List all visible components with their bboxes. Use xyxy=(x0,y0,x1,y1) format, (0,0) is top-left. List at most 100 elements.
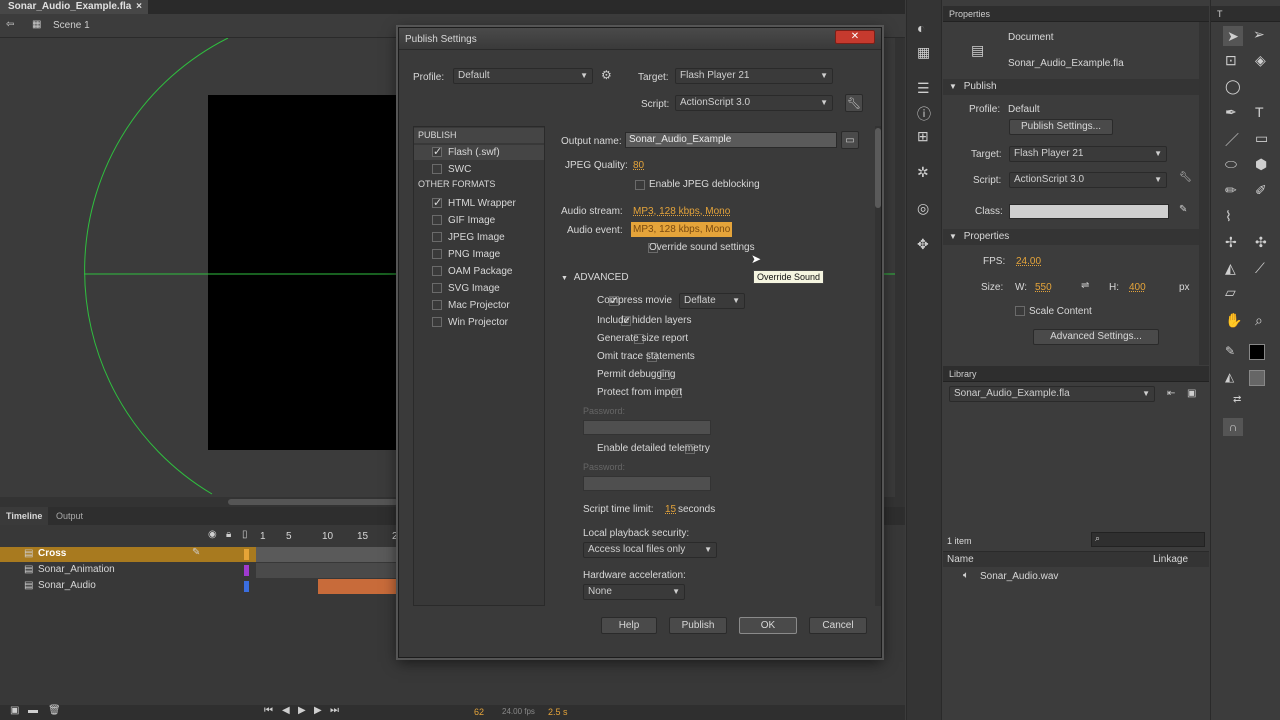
stroke-color-icon[interactable]: ✎ xyxy=(1225,344,1235,358)
format-item-html[interactable]: HTML Wrapper xyxy=(414,196,544,211)
tab-output[interactable]: Output xyxy=(56,507,83,525)
pen-tool-icon[interactable]: ✒ xyxy=(1225,104,1237,121)
frame-rate[interactable]: 24.00 fps xyxy=(502,707,535,716)
fill-color-swatch[interactable] xyxy=(1249,370,1265,386)
jpeg-quality-value[interactable]: 80 xyxy=(633,160,644,171)
motion-presets-icon[interactable]: ✥ xyxy=(917,236,929,253)
checkbox[interactable] xyxy=(432,196,442,211)
lasso-icon[interactable]: ◯ xyxy=(1225,78,1241,95)
library-item[interactable]: 🔈︎ Sonar_Audio.wav xyxy=(943,570,1209,585)
scale-content-checkbox[interactable] xyxy=(1015,306,1025,317)
checkbox[interactable] xyxy=(432,145,442,160)
scene-label[interactable]: Scene 1 xyxy=(53,20,90,31)
jpeg-deblock-checkbox[interactable] xyxy=(635,180,645,191)
ok-button[interactable]: OK xyxy=(739,617,797,634)
swap-colors-icon[interactable]: ⇄ xyxy=(1233,394,1241,405)
format-item-png[interactable]: PNG Image xyxy=(414,247,544,262)
layer-name[interactable]: Sonar_Audio xyxy=(38,580,96,591)
eraser-tool-icon[interactable]: ▱ xyxy=(1225,284,1236,301)
script-select[interactable]: ActionScript 3.0 ▼ xyxy=(675,95,833,111)
free-transform-icon[interactable]: ⊡ xyxy=(1225,52,1237,69)
compress-select[interactable]: Deflate ▼ xyxy=(679,293,745,309)
first-frame-icon[interactable]: ⏮ xyxy=(264,705,273,716)
target-select[interactable]: Flash Player 21 ▼ xyxy=(1009,146,1167,162)
components-icon[interactable]: ✲ xyxy=(917,164,929,181)
step-forward-icon[interactable]: ▶ xyxy=(314,705,322,716)
step-back-icon[interactable]: ◀ xyxy=(282,705,290,716)
format-item-gif[interactable]: GIF Image xyxy=(414,213,544,228)
oval-tool-icon[interactable]: ⬭ xyxy=(1225,156,1237,173)
align-icon[interactable]: ☰ xyxy=(917,80,930,97)
elapsed-time[interactable]: 2.5 s xyxy=(548,707,568,717)
target-select[interactable]: Flash Player 21 ▼ xyxy=(675,68,833,84)
new-library-icon[interactable]: ▣ xyxy=(1187,388,1196,399)
dialog-titlebar[interactable]: Publish Settings ✕ xyxy=(399,28,881,50)
advanced-settings-button[interactable]: Advanced Settings... xyxy=(1033,329,1159,345)
pin-icon[interactable]: ⇤ xyxy=(1167,388,1175,399)
help-button[interactable]: Help xyxy=(601,617,657,634)
hw-accel-select[interactable]: None ▼ xyxy=(583,584,685,600)
transform-icon[interactable]: ⊞ xyxy=(917,128,929,145)
format-item-mac[interactable]: Mac Projector xyxy=(414,298,544,313)
audio-waveform[interactable] xyxy=(318,579,400,594)
3d-rotation-icon[interactable]: ◈ xyxy=(1255,52,1266,69)
polystar-tool-icon[interactable]: ⬢ xyxy=(1255,156,1267,173)
checkbox[interactable] xyxy=(432,232,442,242)
rectangle-tool-icon[interactable]: ▭ xyxy=(1255,130,1268,147)
advanced-toggle[interactable]: ▼ ADVANCED xyxy=(561,272,629,283)
library-file-select[interactable]: Sonar_Audio_Example.fla ▼ xyxy=(949,386,1155,402)
cc-libraries-icon[interactable]: ◎ xyxy=(917,200,929,217)
layer-name[interactable]: Cross xyxy=(38,548,66,559)
checkbox[interactable] xyxy=(432,266,442,276)
publish-section-header[interactable]: ▼ Publish xyxy=(943,79,1199,95)
bone-tool-icon[interactable]: ✢ xyxy=(1225,234,1237,251)
publish-button[interactable]: Publish xyxy=(669,617,727,634)
text-tool-icon[interactable]: T xyxy=(1255,104,1264,120)
layer-name[interactable]: Sonar_Animation xyxy=(38,564,115,575)
column-linkage[interactable]: Linkage xyxy=(1153,554,1188,565)
folder-icon[interactable]: ▬ xyxy=(28,705,38,716)
script-select[interactable]: ActionScript 3.0 ▼ xyxy=(1009,172,1167,188)
brush-tool-icon[interactable]: ✐ xyxy=(1255,182,1267,199)
format-item-jpeg[interactable]: JPEG Image xyxy=(414,230,544,245)
paint-bucket-icon[interactable]: ◭ xyxy=(1225,260,1236,277)
frame-strip[interactable] xyxy=(256,547,400,562)
bind-tool-icon[interactable]: ✣ xyxy=(1255,234,1267,251)
checkbox[interactable] xyxy=(432,249,442,259)
frame-strip[interactable] xyxy=(256,563,400,578)
fps-value[interactable]: 24.00 xyxy=(1016,256,1041,267)
selection-tool-icon[interactable]: ➤ xyxy=(1223,26,1243,46)
tab-timeline[interactable]: Timeline xyxy=(0,507,49,525)
new-layer-icon[interactable]: ▣ xyxy=(10,705,19,716)
paint-brush-icon[interactable]: ⌇ xyxy=(1225,208,1232,225)
password2-input[interactable] xyxy=(583,476,711,491)
hand-tool-icon[interactable]: ✋ xyxy=(1225,312,1242,329)
layer-color-swatch[interactable] xyxy=(244,549,249,560)
format-item-oam[interactable]: OAM Package xyxy=(414,264,544,279)
output-name-input[interactable]: Sonar_Audio_Example xyxy=(625,132,837,148)
trash-icon[interactable]: 🗑︎ xyxy=(48,705,61,716)
wrench-icon[interactable]: 🔧︎ xyxy=(845,94,863,112)
color-icon[interactable]: ◐ xyxy=(917,20,925,36)
format-item-swc[interactable]: SWC xyxy=(414,162,544,177)
properties-section-header[interactable]: ▼ Properties xyxy=(943,229,1199,245)
wrench-icon[interactable]: 🔧︎ xyxy=(1179,172,1192,183)
password-input[interactable] xyxy=(583,420,711,435)
library-item-name[interactable]: Sonar_Audio.wav xyxy=(980,571,1058,582)
format-item-win[interactable]: Win Projector xyxy=(414,315,544,330)
close-icon[interactable]: × xyxy=(136,0,142,13)
current-frame[interactable]: 62 xyxy=(474,707,484,717)
document-tab[interactable]: Sonar_Audio_Example.fla × xyxy=(0,0,148,14)
back-arrow-icon[interactable]: ⇦ xyxy=(6,19,14,30)
width-value[interactable]: 550 xyxy=(1035,282,1052,293)
audio-event-value[interactable]: MP3, 128 kbps, Mono xyxy=(631,222,733,237)
link-icon[interactable]: ⇌ xyxy=(1081,280,1089,291)
properties-scrollbar[interactable] xyxy=(1199,22,1209,365)
height-value[interactable]: 400 xyxy=(1129,282,1146,293)
format-item-svg[interactable]: SVG Image xyxy=(414,281,544,296)
library-search[interactable]: ⌕ xyxy=(1091,532,1205,547)
layer-color-swatch[interactable] xyxy=(244,581,249,592)
checkbox[interactable] xyxy=(432,215,442,225)
checkbox[interactable] xyxy=(432,317,442,327)
settings-scrollbar[interactable] xyxy=(875,126,881,606)
